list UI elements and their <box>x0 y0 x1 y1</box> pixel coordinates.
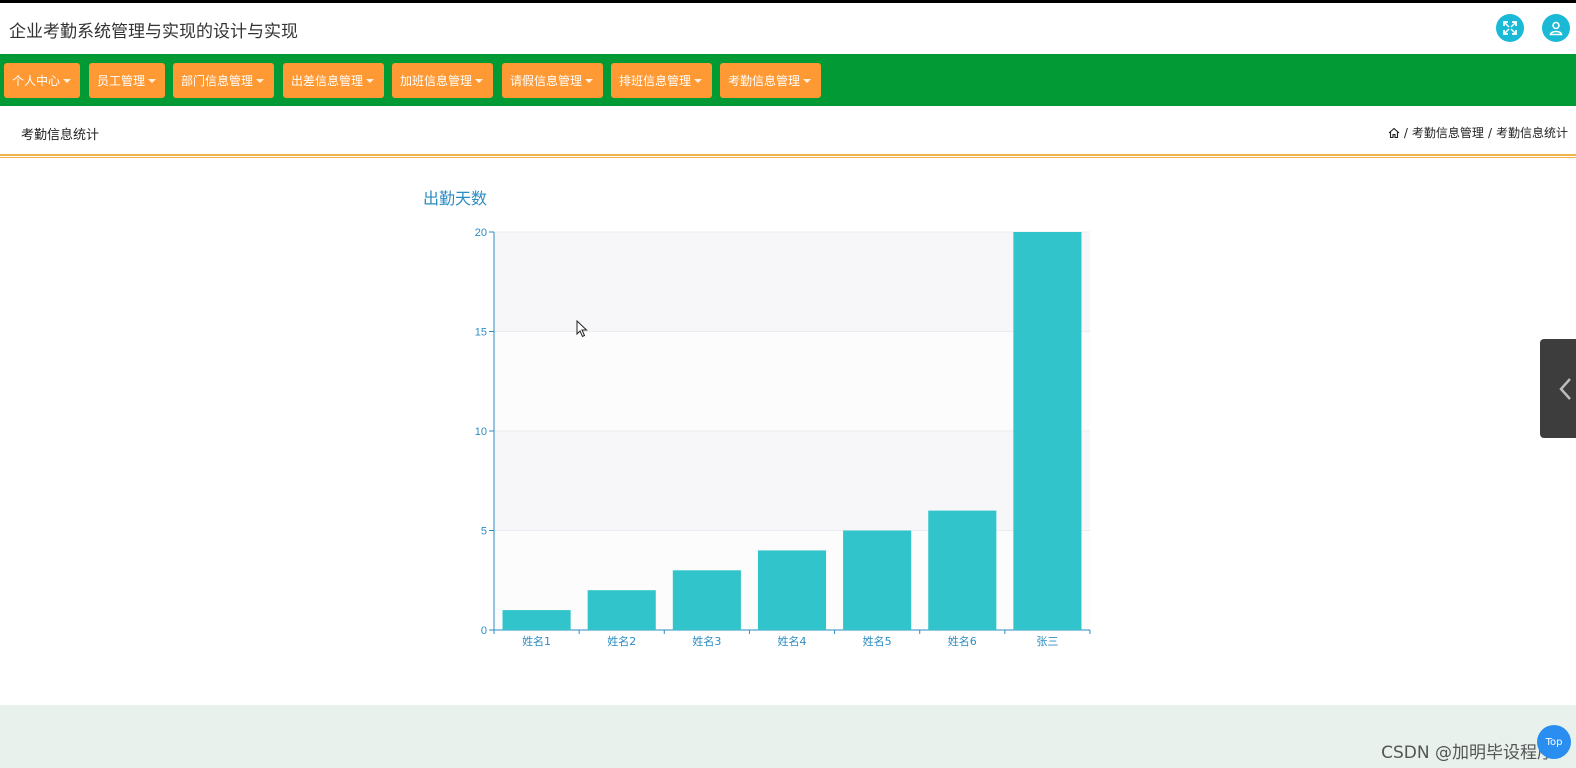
nav-item-label: 员工管理 <box>97 74 146 88</box>
nav-item-label: 请假信息管理 <box>510 74 583 88</box>
bar <box>757 550 827 630</box>
y-tick-label: 0 <box>481 625 487 637</box>
side-panel-toggle[interactable] <box>1540 339 1576 438</box>
caret-down-icon <box>256 78 265 83</box>
x-tick-label: 姓名5 <box>863 634 892 648</box>
nav-item-overtime[interactable]: 加班信息管理 <box>392 63 493 98</box>
nav-item-personal-center[interactable]: 个人中心 <box>4 63 80 98</box>
x-tick-label: 张三 <box>1036 635 1058 648</box>
caret-down-icon <box>803 78 812 83</box>
watermark: CSDN @加明毕设程序 <box>1381 743 1554 763</box>
nav-item-department[interactable]: 部门信息管理 <box>173 63 274 98</box>
nav-item-schedule[interactable]: 排班信息管理 <box>611 63 712 98</box>
caret-down-icon <box>63 78 72 83</box>
bar <box>672 570 741 630</box>
y-tick-label: 10 <box>475 426 487 438</box>
user-icon <box>1549 21 1563 36</box>
nav-item-label: 个人中心 <box>12 74 61 88</box>
page-footer: CSDN @加明毕设程序 <box>0 705 1576 768</box>
back-to-top-button[interactable]: Top <box>1537 725 1571 759</box>
app-header: 企业考勤系统管理与实现的设计与实现 <box>0 3 1576 54</box>
fullscreen-icon <box>1503 21 1517 35</box>
nav-item-business-trip[interactable]: 出差信息管理 <box>283 63 384 98</box>
breadcrumb-separator: / <box>1487 125 1492 140</box>
y-tick-label: 5 <box>481 526 487 538</box>
caret-down-icon <box>585 78 594 83</box>
nav-item-leave[interactable]: 请假信息管理 <box>502 63 603 98</box>
nav-item-label: 考勤信息管理 <box>728 74 801 88</box>
page-title: 考勤信息统计 <box>21 128 100 143</box>
nav-item-label: 部门信息管理 <box>181 74 254 88</box>
caret-down-icon <box>475 78 484 83</box>
caret-down-icon <box>366 78 375 83</box>
bar <box>843 530 912 630</box>
y-tick-label: 15 <box>475 327 487 339</box>
breadcrumb-separator: / <box>1403 125 1408 140</box>
main-navbar: 个人中心 员工管理 部门信息管理 出差信息管理 加班信息管理 请假信息管理 排班… <box>0 54 1576 106</box>
grid-band <box>494 431 1090 531</box>
fullscreen-button[interactable] <box>1496 14 1524 42</box>
nav-item-label: 排班信息管理 <box>619 74 692 88</box>
y-tick-label: 20 <box>475 227 487 239</box>
nav-item-label: 出差信息管理 <box>291 74 364 88</box>
bar <box>502 610 571 630</box>
x-tick-label: 姓名6 <box>948 634 977 648</box>
app-title: 企业考勤系统管理与实现的设计与实现 <box>9 22 298 42</box>
x-tick-label: 姓名2 <box>607 634 636 648</box>
bar-chart: 0 5 10 15 20 姓名1 姓名2 姓名3 姓名4 姓名5 姓名6 张三 <box>475 227 1091 648</box>
chevron-left-icon <box>1559 378 1571 400</box>
breadcrumb-item: 考勤信息统计 <box>1495 126 1568 140</box>
user-button[interactable] <box>1542 14 1570 42</box>
bar <box>1013 232 1082 630</box>
attendance-chart: 出勤天数 0 5 10 15 20 姓名1 姓名2 姓名3 姓名4 姓名5 姓名6 张三 <box>420 180 1120 660</box>
bar <box>928 510 997 630</box>
nav-item-label: 加班信息管理 <box>400 74 473 88</box>
breadcrumb-bar: 考勤信息统计 / 考勤信息管理 / 考勤信息统计 <box>0 106 1576 154</box>
mouse-cursor-icon <box>576 320 588 338</box>
x-tick-label: 姓名4 <box>778 634 807 648</box>
divider-line <box>0 154 1576 156</box>
breadcrumb: / 考勤信息管理 / 考勤信息统计 <box>1388 124 1568 141</box>
home-icon[interactable] <box>1388 127 1400 139</box>
breadcrumb-item[interactable]: 考勤信息管理 <box>1412 124 1484 141</box>
grid-band <box>494 232 1090 332</box>
nav-item-employee[interactable]: 员工管理 <box>89 63 165 98</box>
nav-item-attendance[interactable]: 考勤信息管理 <box>720 63 821 98</box>
x-tick-label: 姓名1 <box>522 634 551 648</box>
caret-down-icon <box>694 78 703 83</box>
x-tick-label: 姓名3 <box>692 634 721 648</box>
bar <box>587 590 656 630</box>
divider-line <box>0 157 1576 158</box>
grid-band <box>494 331 1090 431</box>
caret-down-icon <box>148 78 157 83</box>
